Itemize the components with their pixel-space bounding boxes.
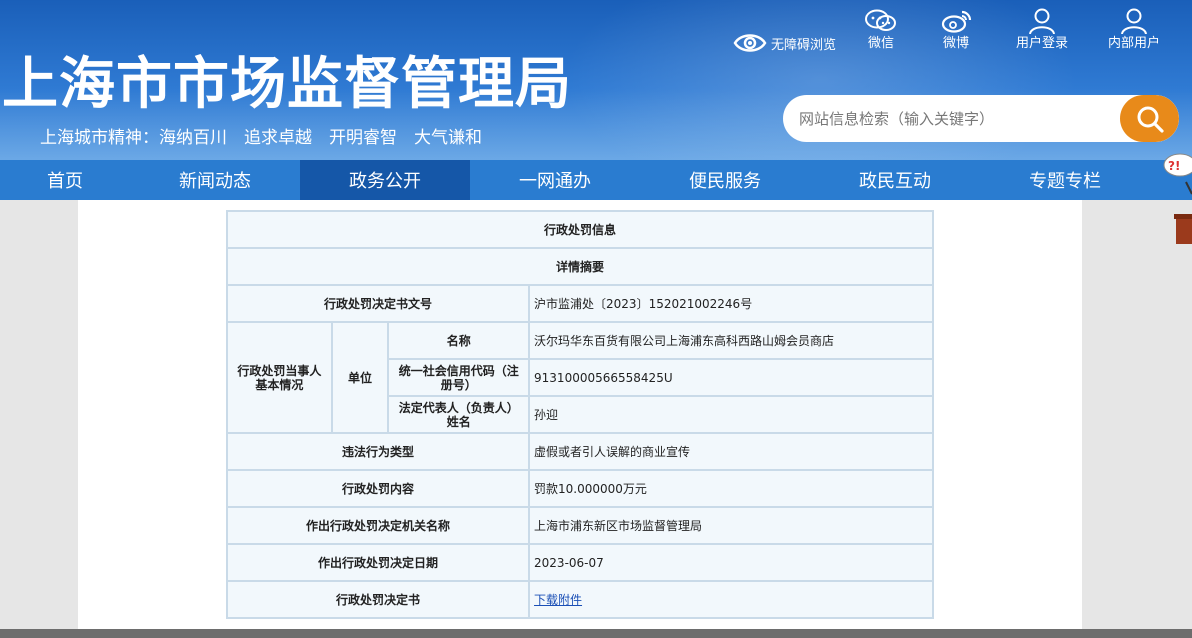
wechat-icon — [865, 9, 896, 31]
table-row: 违法行为类型 虚假或者引人误解的商业宣传 — [225, 432, 934, 471]
content-area: 行政处罚信息 详情摘要 行政处罚决定书文号 沪市监浦处〔2023〕1520210… — [78, 200, 1082, 630]
help-bubble-icon: ?! — [1163, 153, 1192, 244]
table-row: 详情摘要 — [226, 247, 934, 286]
accessibility-label: 无障碍浏览 — [771, 37, 837, 53]
user-login-link[interactable]: 用户登录 — [1007, 8, 1077, 52]
nav-item-online-services[interactable]: 一网通办 — [470, 160, 640, 200]
legal-rep-value: 孙迎 — [528, 395, 934, 434]
penalty-content-label: 行政处罚内容 — [225, 469, 531, 508]
name-value: 沃尔玛华东百货有限公司上海浦东高科西路山姆会员商店 — [528, 321, 934, 360]
search-input[interactable] — [783, 95, 1123, 142]
decision-date-value: 2023-06-07 — [528, 543, 934, 582]
weibo-label: 微博 — [942, 36, 969, 51]
violation-type-label: 违法行为类型 — [225, 432, 531, 471]
weibo-link[interactable]: 微博 — [921, 8, 991, 52]
table-row: 行政处罚决定书 下载附件 — [225, 580, 934, 619]
accessibility-link[interactable]: 无障碍浏览 — [733, 30, 836, 56]
unit-label: 单位 — [330, 321, 390, 434]
name-label: 名称 — [387, 321, 531, 360]
credit-code-label: 统一社会信用代码（注册号） — [387, 358, 531, 397]
user-icon — [1121, 8, 1147, 34]
table-row: 行政处罚内容 罚款10.000000万元 — [225, 469, 934, 508]
doc-no-label: 行政处罚决定书文号 — [225, 284, 531, 323]
table-row: 行政处罚当事人基本情况 单位 名称 沃尔玛华东百货有限公司上海浦东高科西路山姆会… — [226, 321, 934, 434]
table-title: 行政处罚信息 — [226, 210, 934, 249]
search-box — [783, 95, 1179, 142]
table-subtitle: 详情摘要 — [226, 247, 934, 286]
svg-text:?!: ?! — [1168, 159, 1180, 173]
site-header: 上海市市场监督管理局 上海城市精神：海纳百川 追求卓越 开明睿智 大气谦和 无障… — [0, 0, 1192, 160]
search-icon — [1137, 106, 1164, 133]
legal-rep-label: 法定代表人（负责人）姓名 — [387, 395, 531, 434]
internal-user-link[interactable]: 内部用户 — [1099, 8, 1169, 52]
decision-date-label: 作出行政处罚决定日期 — [225, 543, 531, 582]
party-label: 行政处罚当事人基本情况 — [226, 321, 333, 434]
nav-item-special-topics[interactable]: 专题专栏 — [980, 160, 1150, 200]
doc-no-value: 沪市监浦处〔2023〕152021002246号 — [528, 284, 934, 323]
site-title[interactable]: 上海市市场监督管理局 — [2, 50, 572, 120]
user-icon — [1029, 8, 1055, 34]
download-attachment-link[interactable]: 下载附件 — [534, 593, 582, 607]
internal-user-label: 内部用户 — [1107, 36, 1160, 51]
help-floater[interactable]: ?! — [1162, 150, 1192, 250]
search-button[interactable] — [1120, 95, 1179, 142]
nav-item-news[interactable]: 新闻动态 — [130, 160, 300, 200]
nav-item-home[interactable]: 首页 — [0, 160, 130, 200]
decision-doc-label: 行政处罚决定书 — [225, 580, 531, 619]
credit-code-value: 91310000566558425U — [528, 358, 934, 397]
site-slogan: 上海城市精神：海纳百川 追求卓越 开明睿智 大气谦和 — [40, 128, 482, 148]
nav-item-convenience[interactable]: 便民服务 — [640, 160, 810, 200]
table-row: 行政处罚信息 — [226, 210, 934, 249]
authority-label: 作出行政处罚决定机关名称 — [225, 506, 531, 545]
penalty-info-table: 行政处罚信息 详情摘要 行政处罚决定书文号 沪市监浦处〔2023〕1520210… — [225, 210, 934, 619]
eye-icon — [733, 34, 767, 52]
table-row: 作出行政处罚决定日期 2023-06-07 — [225, 543, 934, 582]
weibo-icon — [941, 10, 972, 33]
table-row: 行政处罚决定书文号 沪市监浦处〔2023〕152021002246号 — [225, 284, 934, 323]
bottom-bar — [0, 629, 1192, 638]
nav-item-gov-affairs[interactable]: 政务公开 — [300, 160, 470, 200]
wechat-label: 微信 — [867, 36, 894, 51]
penalty-content-value: 罚款10.000000万元 — [528, 469, 934, 508]
authority-value: 上海市浦东新区市场监督管理局 — [528, 506, 934, 545]
nav-item-interaction[interactable]: 政民互动 — [810, 160, 980, 200]
main-nav: 首页 新闻动态 政务公开 一网通办 便民服务 政民互动 专题专栏 — [0, 160, 1192, 200]
user-login-label: 用户登录 — [1015, 36, 1068, 51]
table-row: 作出行政处罚决定机关名称 上海市浦东新区市场监督管理局 — [225, 506, 934, 545]
wechat-link[interactable]: 微信 — [846, 8, 916, 52]
decision-doc-value: 下载附件 — [528, 580, 934, 619]
violation-type-value: 虚假或者引人误解的商业宣传 — [528, 432, 934, 471]
